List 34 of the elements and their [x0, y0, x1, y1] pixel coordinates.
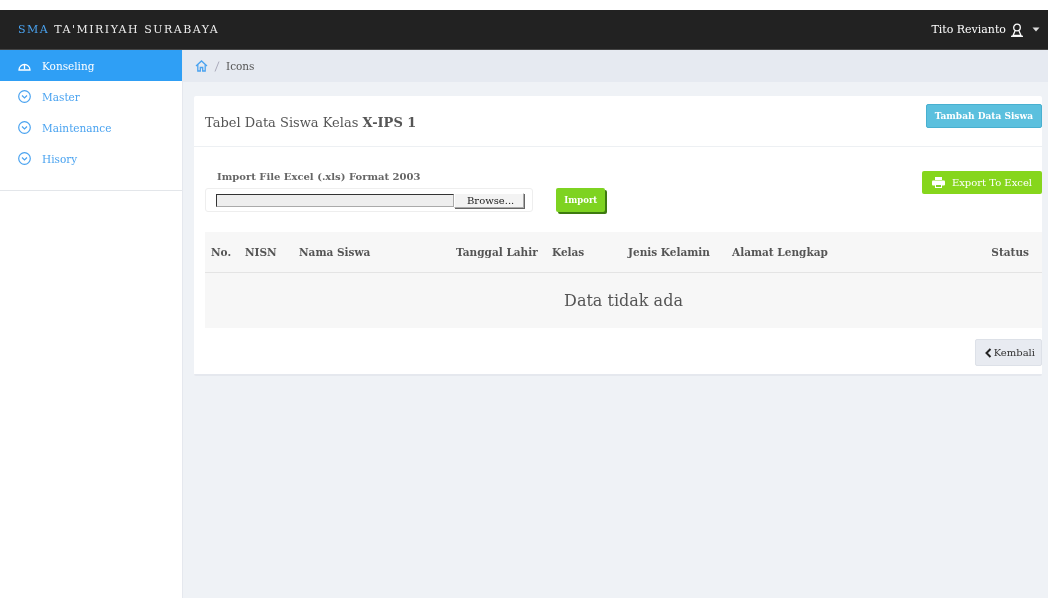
chevron-circle-icon	[18, 152, 31, 165]
separator-icon	[214, 60, 220, 72]
caret-icon	[1032, 27, 1040, 32]
column-header: Alamat Lengkap	[732, 246, 829, 258]
brand-prefix: SMA	[18, 23, 50, 36]
brand-name: TA'MIRIYAH SURABAYA	[54, 23, 220, 36]
column-header: Nama Siswa	[299, 246, 372, 258]
column-header: Jenis Kelamin	[628, 246, 711, 258]
file-path-field[interactable]	[216, 194, 454, 207]
export-button[interactable]: Export To Excel	[921, 171, 1042, 194]
import-button[interactable]: Import	[556, 188, 606, 212]
column-header: Kelas	[552, 246, 586, 258]
back-button[interactable]: Kembali	[974, 339, 1042, 366]
sidebar-item[interactable]: Konseling	[0, 50, 182, 81]
empty-message: Data tidak ada	[564, 291, 683, 310]
sidebar-item[interactable]: Hisory	[0, 143, 182, 174]
user-icon	[1009, 22, 1025, 37]
chevron-left-icon	[984, 347, 992, 358]
breadcrumb-current: Icons	[226, 60, 255, 72]
column-header: NISN	[245, 246, 278, 258]
home-icon	[195, 60, 208, 72]
import-label: Import File Excel (.xls) Format 2003	[217, 171, 422, 182]
user-menu[interactable]: Tito Revianto	[931, 22, 1025, 37]
printer-icon	[931, 177, 945, 188]
column-header: Tanggal Lahir	[456, 246, 539, 258]
chevron-circle-icon	[18, 121, 31, 134]
sidebar-item[interactable]: Master	[0, 81, 182, 112]
column-header: No.	[211, 246, 233, 258]
sidebar-item[interactable]: Maintenance	[0, 112, 182, 143]
panel-title: Tabel Data Siswa Kelas X-IPS 1	[205, 115, 417, 130]
add-student-button[interactable]: Tambah Data Siswa	[925, 104, 1042, 128]
browse-button[interactable]: Browse...	[454, 193, 525, 208]
column-header: Status	[991, 246, 1029, 258]
chevron-circle-icon	[18, 90, 31, 103]
